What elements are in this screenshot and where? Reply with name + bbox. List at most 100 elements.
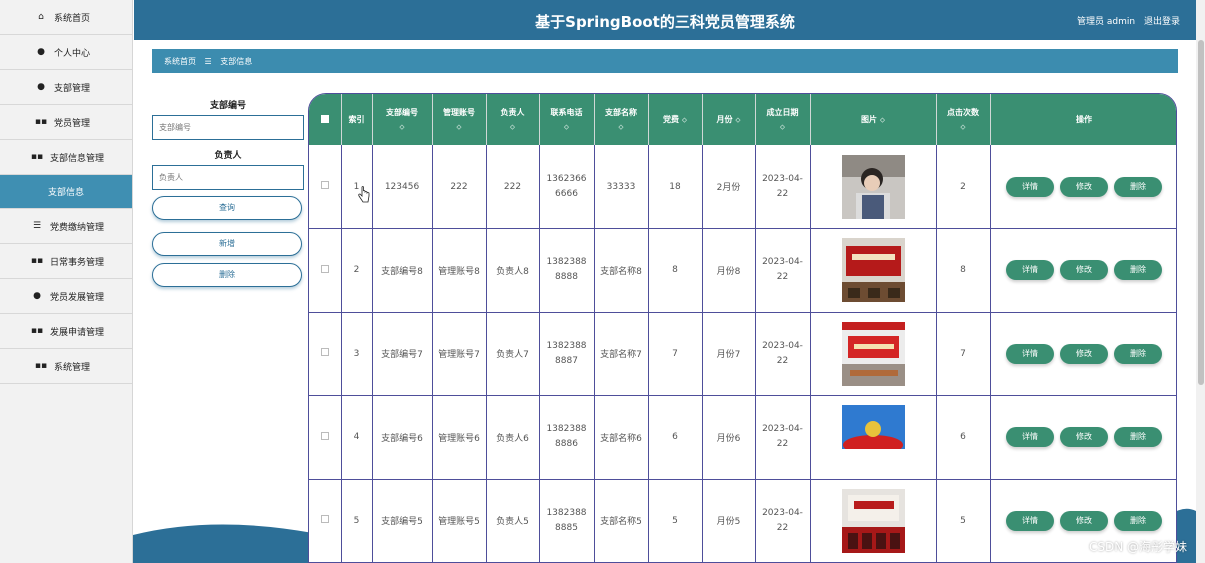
logout-link[interactable]: 退出登录 xyxy=(1144,17,1180,27)
delete-button[interactable]: 删除 xyxy=(152,263,302,287)
row-delete-button[interactable]: 删除 xyxy=(1114,176,1162,197)
photo-thumbnail xyxy=(841,488,905,553)
edit-button[interactable]: 修改 xyxy=(1060,427,1108,448)
select-all-cell[interactable] xyxy=(309,94,342,145)
detail-button[interactable]: 详情 xyxy=(1006,176,1054,197)
column-header-sortable[interactable]: 图片 ⬦ xyxy=(810,94,937,145)
sidebar-item-daily-affairs[interactable]: ▪▪ 日常事务管理 xyxy=(0,244,132,279)
row-select-cell[interactable] xyxy=(309,395,342,479)
row-actions: 详情 修改 删除 xyxy=(991,176,1177,197)
sidebar-item-development-application[interactable]: ▪▪ 发展申请管理 xyxy=(0,314,132,349)
column-header-sortable[interactable]: 管理账号 ⬦ xyxy=(432,94,487,145)
query-button[interactable]: 查询 xyxy=(152,196,302,220)
column-header-label: 成立日期 xyxy=(766,108,799,117)
column-header-sortable[interactable]: 联系电话 ⬦ xyxy=(539,94,595,145)
row-checkbox[interactable] xyxy=(320,515,329,524)
branch-code-cell: 支部编号6 xyxy=(372,395,433,479)
column-header-sortable[interactable]: 月份 ⬦ xyxy=(702,94,756,145)
sidebar-item-label: 个人中心 xyxy=(54,48,91,59)
column-header: 索引 xyxy=(341,94,373,145)
index-cell: 4 xyxy=(341,395,373,479)
column-header: 操作 xyxy=(990,94,1176,145)
sort-icon[interactable]: ⬦ xyxy=(682,116,687,124)
table-row[interactable]: 1 123456 222 222 1362366 6666 33333 18 2月份 2023-… xyxy=(309,145,1177,229)
sidebar-item-home[interactable]: ⌂ 系统首页 xyxy=(0,0,132,35)
column-header-sortable[interactable]: 支部编号 ⬦ xyxy=(372,94,433,145)
edit-button[interactable]: 修改 xyxy=(1060,343,1108,364)
sort-icon[interactable]: ⬦ xyxy=(756,123,810,132)
month-cell: 月份7 xyxy=(702,312,756,396)
table-header-row: 索引 支部编号 ⬦ 管理账号 ⬦ 负责人 ⬦ 联系电话 ⬦ 支部名称 ⬦ 党费 ⬦ 月份 ⬦ … xyxy=(309,94,1176,145)
month-cell: 月份6 xyxy=(702,395,756,479)
operation-cell: 详情 修改 删除 xyxy=(990,395,1176,479)
table-row[interactable]: 4 支部编号6 管理账号6 负责人6 1382388 8886 支部名称6 6 月份6 2023… xyxy=(309,395,1176,479)
branch-code-label: 支部编号 xyxy=(209,101,246,111)
column-header-label: 月份 xyxy=(716,115,733,124)
branch-name-cell: 33333 xyxy=(594,145,649,229)
table-row[interactable]: 5 支部编号5 管理账号5 负责人5 1382388 8885 支部名称5 5 月份5 2023… xyxy=(309,479,1176,562)
detail-button[interactable]: 详情 xyxy=(1006,427,1054,448)
sort-icon[interactable]: ⬦ xyxy=(937,123,990,132)
leader-input[interactable] xyxy=(152,165,304,190)
column-header-sortable[interactable]: 成立日期 ⬦ xyxy=(755,94,811,145)
index-cell: 5 xyxy=(341,479,373,562)
search-panel: 支部编号 负责人 查询 新增 删除 xyxy=(152,98,304,294)
detail-button[interactable]: 详情 xyxy=(1006,343,1054,364)
sidebar-item-label: 系统管理 xyxy=(54,362,91,373)
sort-icon[interactable]: ⬦ xyxy=(880,116,885,124)
sort-icon[interactable]: ⬦ xyxy=(595,123,648,132)
sort-icon[interactable]: ⬦ xyxy=(736,116,741,124)
select-all-checkbox[interactable] xyxy=(320,114,329,123)
row-delete-button[interactable]: 删除 xyxy=(1114,427,1162,448)
branch-name-cell: 支部名称7 xyxy=(594,312,649,396)
scrollbar-thumb[interactable] xyxy=(1198,40,1204,385)
branch-code-input[interactable] xyxy=(152,115,304,140)
sidebar-item-profile[interactable]: ● 个人中心 xyxy=(0,35,132,70)
table-row[interactable]: 3 支部编号7 管理账号7 负责人7 1382388 8887 支部名称7 7 月份7 2023… xyxy=(309,312,1176,396)
breadcrumb-home[interactable]: 系统首页 xyxy=(164,57,196,66)
row-delete-button[interactable]: 删除 xyxy=(1114,260,1162,281)
index-cell: 2 xyxy=(341,228,373,312)
clicks-cell: 2 xyxy=(936,145,991,229)
column-header-sortable[interactable]: 支部名称 ⬦ xyxy=(594,94,649,145)
branch-name-cell: 支部名称6 xyxy=(594,395,649,479)
row-checkbox[interactable] xyxy=(320,181,329,189)
account-cell: 管理账号5 xyxy=(432,479,487,562)
row-select-cell[interactable] xyxy=(309,479,342,562)
date-cell: 2023-04-22 xyxy=(755,228,811,312)
row-checkbox[interactable] xyxy=(320,431,329,440)
sidebar-item-branch-info-manage[interactable]: ▪▪ 支部信息管理 xyxy=(0,140,132,175)
row-checkbox[interactable] xyxy=(320,348,329,357)
column-header-sortable[interactable]: 点击次数 ⬦ xyxy=(936,94,991,145)
table-row[interactable]: 2 支部编号8 管理账号8 负责人8 1382388 8888 支部名称8 8 月份8 2023… xyxy=(309,228,1177,312)
column-header-sortable[interactable]: 党费 ⬦ xyxy=(648,94,703,145)
sidebar-item-fee-manage[interactable]: ☰ 党费缴纳管理 xyxy=(0,209,132,244)
column-header-sortable[interactable]: 负责人 ⬦ xyxy=(486,94,540,145)
add-button[interactable]: 新增 xyxy=(152,232,302,256)
row-checkbox[interactable] xyxy=(320,264,329,273)
edit-button[interactable]: 修改 xyxy=(1060,176,1108,197)
edit-button[interactable]: 修改 xyxy=(1060,510,1108,531)
row-select-cell[interactable] xyxy=(309,228,342,312)
row-select-cell[interactable] xyxy=(309,145,342,229)
edit-button[interactable]: 修改 xyxy=(1060,260,1108,281)
sidebar-item-system[interactable]: ▪▪ 系统管理 xyxy=(0,349,132,384)
row-delete-button[interactable]: 删除 xyxy=(1114,510,1162,531)
list-icon: ☰ xyxy=(32,221,42,231)
sidebar-item-branch-manage[interactable]: ● 支部管理 xyxy=(0,70,132,105)
branch-info-table: 索引 支部编号 ⬦ 管理账号 ⬦ 负责人 ⬦ 联系电话 ⬦ 支部名称 ⬦ 党费 ⬦ 月份 ⬦ … xyxy=(308,93,1177,563)
sidebar-item-member-development[interactable]: ● 党员发展管理 xyxy=(0,279,132,314)
sidebar-item-member-manage[interactable]: ▪▪ 党员管理 xyxy=(0,105,132,140)
sidebar-item-branch-info[interactable]: 支部信息 xyxy=(0,175,132,209)
row-actions: 详情 修改 删除 xyxy=(991,260,1177,281)
sidebar-item-label: 日常事务管理 xyxy=(50,257,105,268)
sort-icon[interactable]: ⬦ xyxy=(540,123,594,132)
sort-icon[interactable]: ⬦ xyxy=(433,123,486,132)
sort-icon[interactable]: ⬦ xyxy=(373,123,432,132)
detail-button[interactable]: 详情 xyxy=(1006,510,1054,531)
row-select-cell[interactable] xyxy=(309,312,342,396)
detail-button[interactable]: 详情 xyxy=(1006,260,1054,281)
sort-icon[interactable]: ⬦ xyxy=(487,123,539,132)
grid-icon: ▪▪ xyxy=(30,256,44,266)
row-delete-button[interactable]: 删除 xyxy=(1114,343,1162,364)
